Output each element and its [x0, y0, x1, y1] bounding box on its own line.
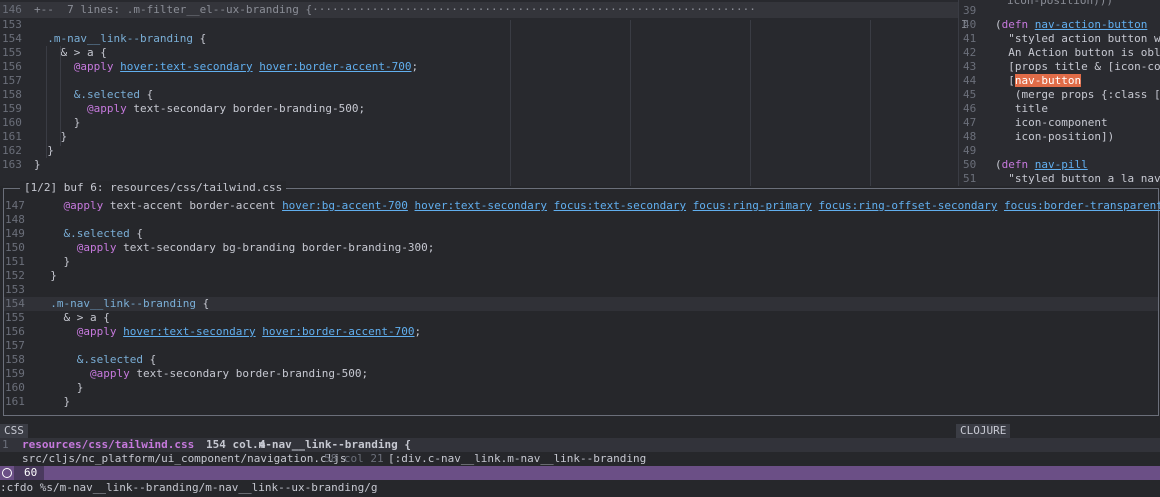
- command-text: :cfdo %s/m-nav__link--branding/m-nav__li…: [0, 481, 378, 494]
- code-line[interactable]: & > a {: [37, 311, 109, 325]
- line-number: 161: [2, 130, 22, 143]
- line-number: 155: [5, 311, 25, 324]
- line-number: 39: [963, 4, 977, 17]
- code-line[interactable]: (defn nav-action-button: [995, 18, 1147, 32]
- row2-position: 58 col 21: [324, 452, 384, 465]
- code-line[interactable]: }: [37, 255, 70, 269]
- code-line[interactable]: }: [37, 381, 84, 395]
- line-number: 154: [2, 32, 22, 45]
- line-number: 152: [5, 269, 25, 282]
- code-line[interactable]: & > a {: [34, 46, 106, 60]
- line-number: 150: [5, 241, 25, 254]
- fold-line[interactable]: 146 +-- 7 lines: .m-filter__el--ux-brand…: [0, 2, 958, 18]
- code-line[interactable]: }: [34, 144, 54, 158]
- line-number: 156: [5, 325, 25, 338]
- line-number: 156: [2, 60, 22, 73]
- line-number: 162: [2, 144, 22, 157]
- line-number: 163: [2, 158, 22, 171]
- row-number: 1: [2, 438, 9, 451]
- tab-bar: CSS CLOJURE: [0, 424, 1160, 438]
- line-number: 158: [2, 88, 22, 101]
- line-number: 153: [2, 18, 22, 31]
- code-line[interactable]: }: [34, 116, 81, 130]
- popup-title: [1/2] buf 6: resources/css/tailwind.css: [20, 181, 287, 195]
- top-right-pane[interactable]: icon-position))) I 39 40 (defn nav-action-…: [958, 0, 1160, 186]
- top-left-pane[interactable]: 146 +-- 7 lines: .m-filter__el--ux-brand…: [0, 0, 958, 186]
- status-line: 60: [0, 466, 1160, 480]
- line-number: 160: [2, 116, 22, 129]
- code-line[interactable]: @apply text-accent border-accent hover:b…: [37, 199, 1160, 213]
- fold-line-number: 146: [2, 3, 22, 16]
- line-number: 155: [2, 46, 22, 59]
- line-number: 157: [5, 339, 25, 352]
- code-line[interactable]: icon-component: [995, 116, 1108, 130]
- line-number: 158: [5, 353, 25, 366]
- code-line[interactable]: @apply text-secondary border-branding-50…: [37, 367, 368, 381]
- line-number: 46: [963, 102, 977, 115]
- code-line[interactable]: }: [37, 269, 57, 283]
- row2-code: [:div.c-nav__link.m-nav__link--branding: [388, 452, 647, 465]
- code-line[interactable]: [nav-button: [995, 74, 1082, 88]
- preview-popup[interactable]: [1/2] buf 6: resources/css/tailwind.css …: [3, 181, 1160, 416]
- row1-code: .m-nav__link--branding {: [252, 438, 411, 451]
- tab-css[interactable]: CSS: [0, 424, 28, 438]
- line-number: 159: [5, 367, 25, 380]
- line-number: 41: [963, 32, 977, 45]
- fold-text: +-- 7 lines: .m-filter__el--ux-branding …: [34, 3, 756, 16]
- popup-title-bar: [1/2] buf 6: resources/css/tailwind.css: [4, 181, 1158, 195]
- line-number: 159: [2, 102, 22, 115]
- line-number: 149: [5, 227, 25, 240]
- line-number: 157: [2, 74, 22, 87]
- line-number: 154: [5, 297, 25, 310]
- code-line[interactable]: &.selected {: [37, 227, 143, 241]
- code-line[interactable]: .m-nav__link--branding {: [34, 32, 206, 46]
- code-line[interactable]: title: [995, 102, 1048, 116]
- row1-file: resources/css/tailwind.css: [22, 438, 195, 451]
- status-count: 60: [24, 466, 38, 479]
- command-line[interactable]: :cfdo %s/m-nav__link--branding/m-nav__li…: [0, 481, 1160, 495]
- code-line[interactable]: .m-nav__link--branding {: [37, 297, 209, 311]
- code-line[interactable]: }: [34, 130, 67, 144]
- line-number: 153: [5, 283, 25, 296]
- top-text: icon-position))): [1007, 0, 1113, 7]
- line-number: 42: [963, 46, 977, 59]
- line-number: 43: [963, 60, 977, 73]
- code-line[interactable]: An Action button is oblivi: [995, 46, 1160, 60]
- code-line[interactable]: @apply hover:text-secondary hover:border…: [34, 60, 418, 74]
- code-line[interactable]: @apply hover:text-secondary hover:border…: [37, 325, 421, 339]
- line-number: 151: [5, 255, 25, 268]
- search-match: nav-button: [1014, 74, 1082, 87]
- line-number: 161: [5, 395, 25, 408]
- line-number: 50: [963, 158, 977, 171]
- code-line[interactable]: &.selected {: [34, 88, 153, 102]
- code-line[interactable]: @apply text-secondary border-branding-50…: [34, 102, 365, 116]
- code-line[interactable]: [props title & [icon-compo: [995, 60, 1160, 74]
- row2-file: src/cljs/nc_platform/ui_component/naviga…: [22, 452, 347, 465]
- line-number: 45: [963, 88, 977, 101]
- line-number: 49: [963, 144, 977, 157]
- code-line[interactable]: icon-position]): [995, 130, 1114, 144]
- line-number: 48: [963, 130, 977, 143]
- code-line[interactable]: "styled action button with: [995, 32, 1160, 46]
- circle-icon: [2, 468, 12, 478]
- quickfix-row-1[interactable]: 1 resources/css/tailwind.css 154 col 4 .…: [0, 438, 1160, 452]
- quickfix-row-2[interactable]: src/cljs/nc_platform/ui_component/naviga…: [0, 452, 1160, 466]
- code-line[interactable]: (merge props {:class ["c-: [995, 88, 1160, 102]
- line-number: 47: [963, 116, 977, 129]
- line-number: 44: [963, 74, 977, 87]
- line-number: 148: [5, 213, 25, 226]
- code-line[interactable]: @apply text-secondary bg-branding border…: [37, 241, 435, 255]
- line-number: 160: [5, 381, 25, 394]
- code-line[interactable]: }: [34, 158, 41, 172]
- code-line[interactable]: }: [37, 395, 70, 409]
- line-number: 40: [963, 18, 977, 31]
- tab-clojure[interactable]: CLOJURE: [956, 424, 1011, 438]
- line-number: 147: [5, 199, 25, 212]
- code-line[interactable]: &.selected {: [37, 353, 156, 367]
- code-line[interactable]: (defn nav-pill: [995, 158, 1088, 172]
